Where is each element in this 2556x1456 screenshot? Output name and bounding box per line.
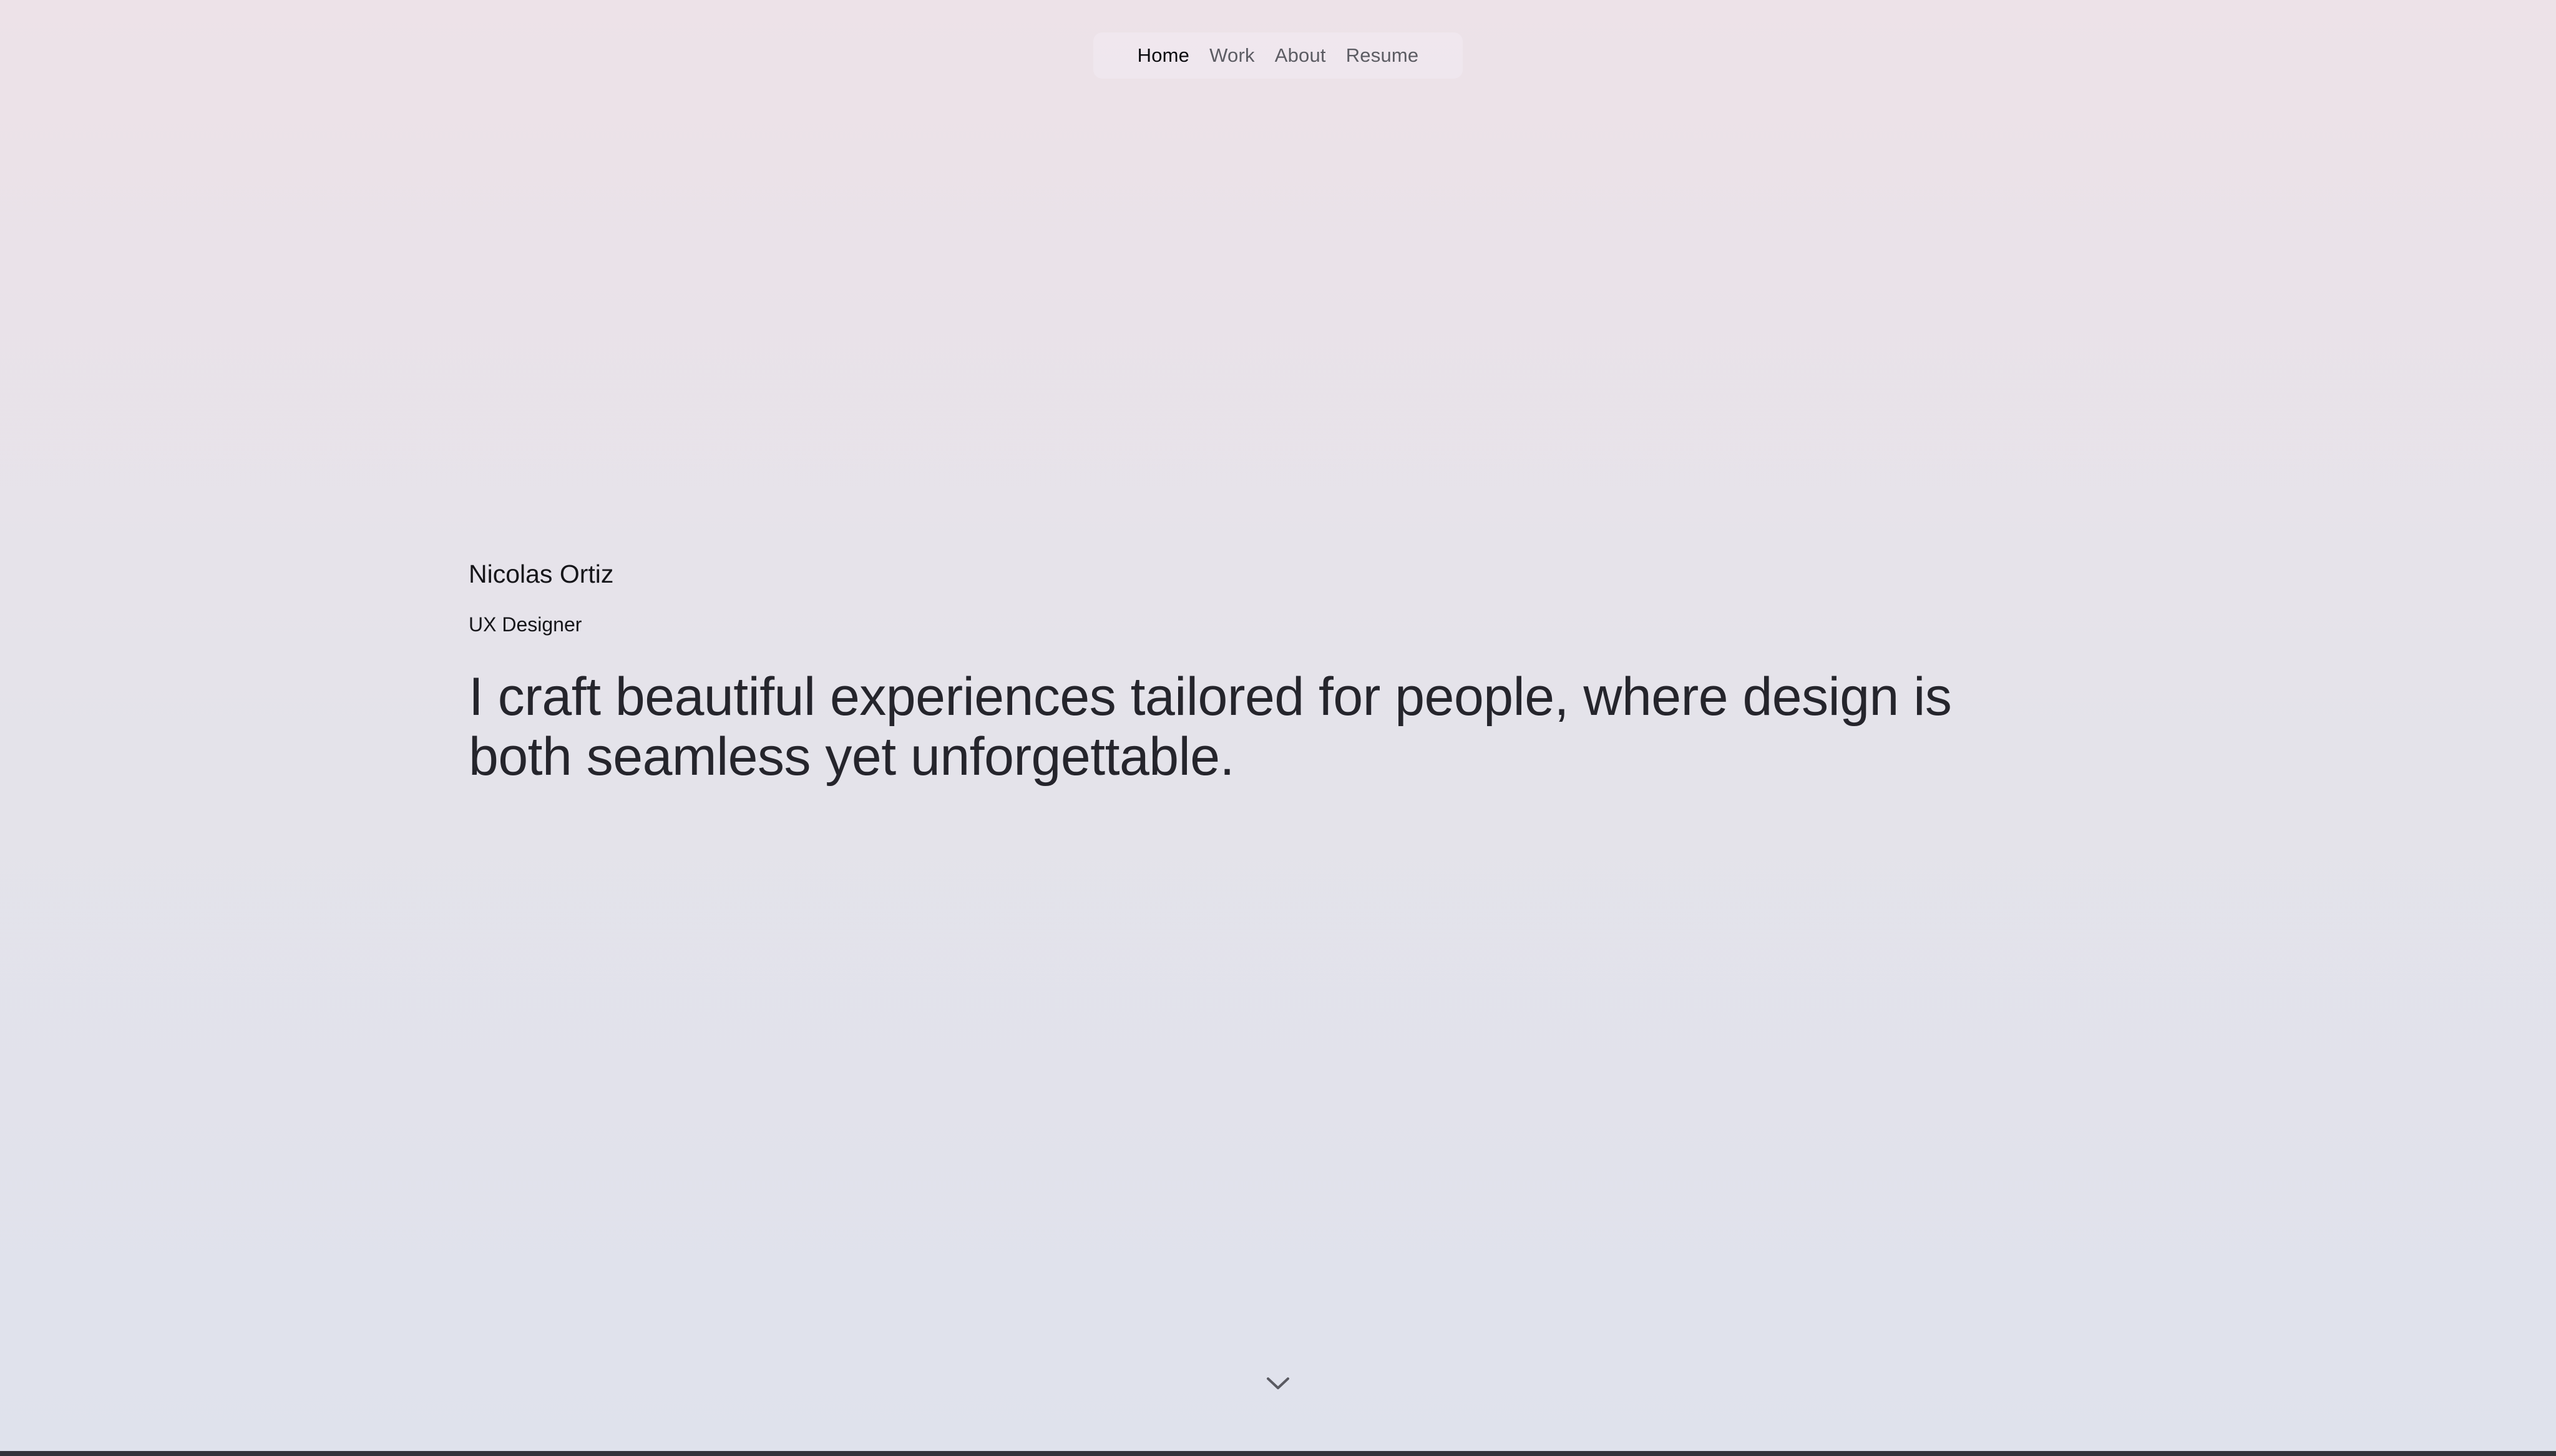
hero-tagline: I craft beautiful experiences tailored f… — [469, 667, 1952, 787]
nav-item-home[interactable]: Home — [1138, 44, 1190, 67]
chevron-down-icon — [1267, 1377, 1289, 1389]
nav-item-resume[interactable]: Resume — [1346, 44, 1419, 67]
hero-section: Nicolas Ortiz UX Designer I craft beauti… — [469, 558, 1997, 787]
nav-item-about[interactable]: About — [1275, 44, 1326, 67]
top-navigation: Home Work About Resume — [1093, 32, 1463, 79]
hero-name: Nicolas Ortiz — [469, 560, 614, 588]
hero-role: UX Designer — [469, 613, 582, 636]
nav-item-work[interactable]: Work — [1209, 44, 1255, 67]
scroll-down-button[interactable] — [1263, 1372, 1293, 1395]
